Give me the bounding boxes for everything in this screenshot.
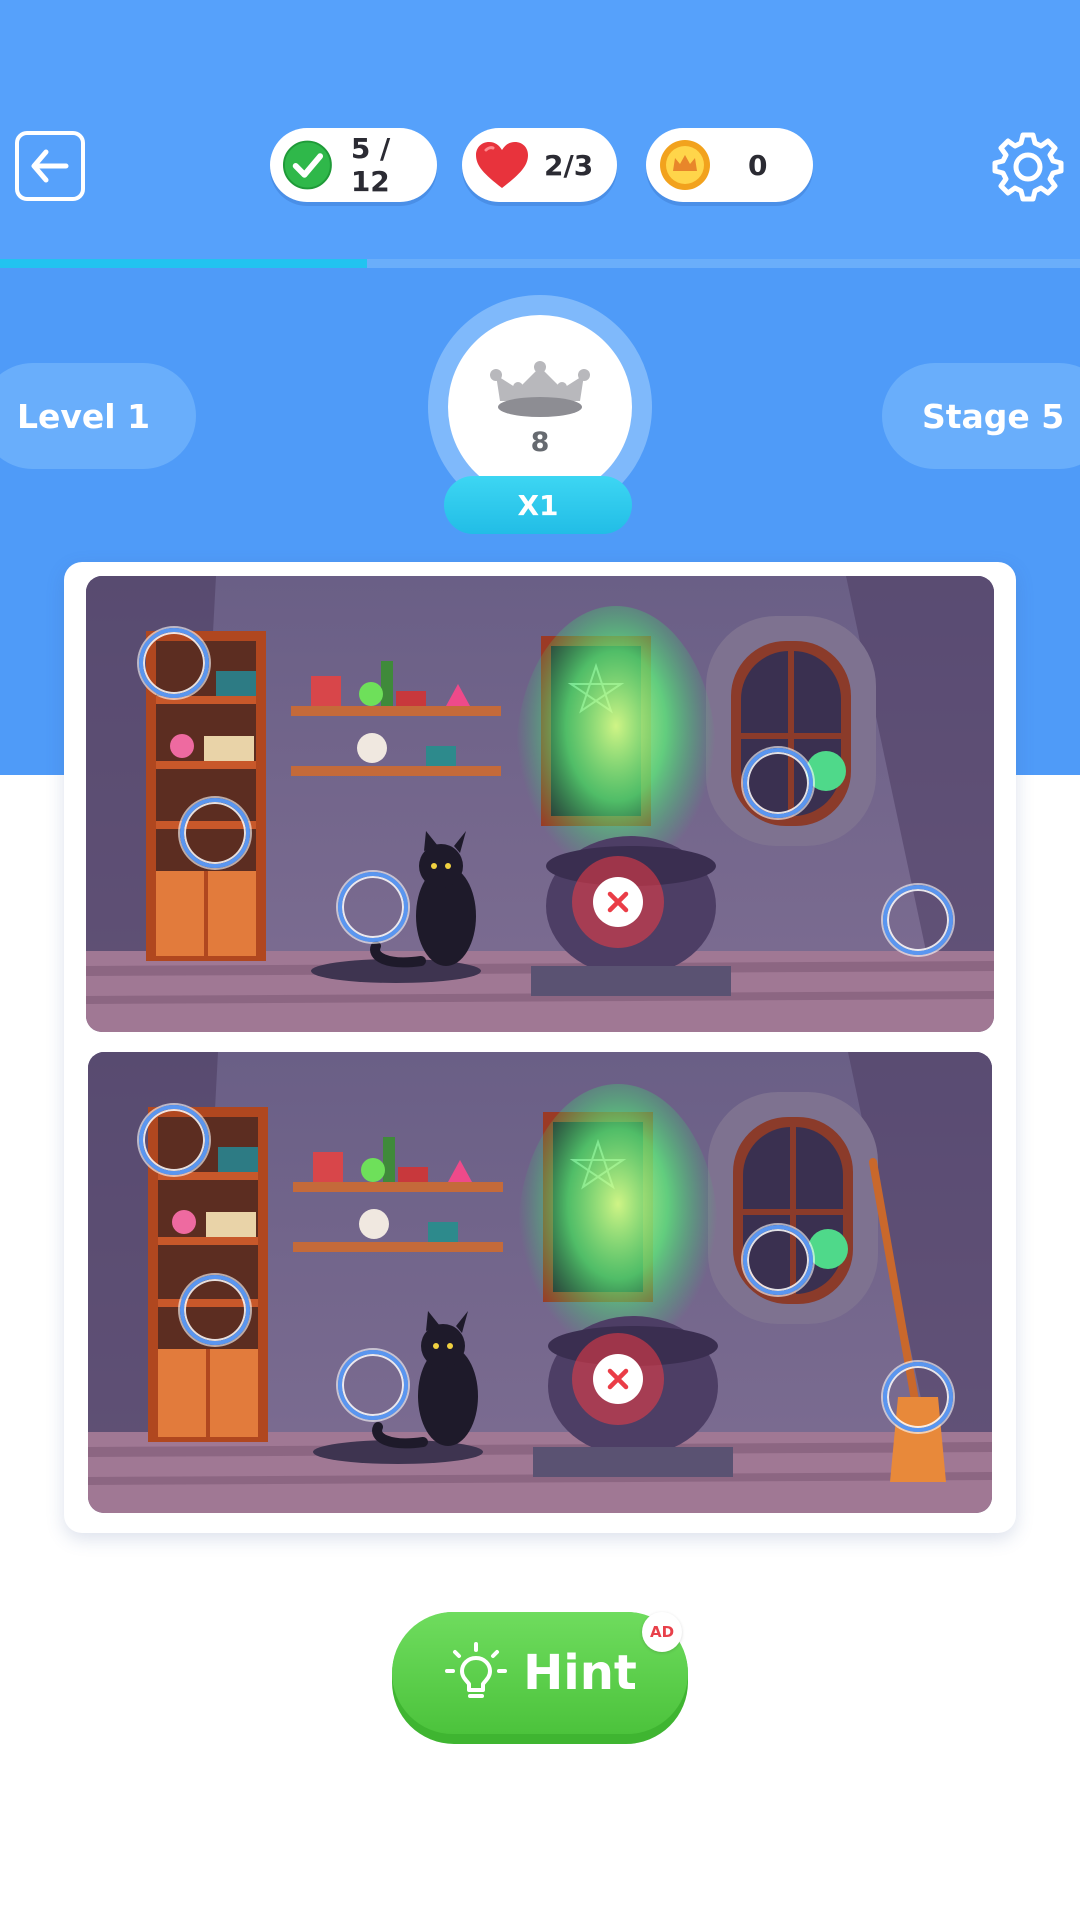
close-icon (607, 891, 629, 913)
found-marker (338, 1350, 408, 1420)
found-marker (743, 1225, 813, 1295)
coin-count-text: 0 (748, 148, 768, 182)
lightbulb-icon (445, 1642, 508, 1698)
crown-badge: 8 (448, 315, 632, 499)
heart-icon (476, 142, 528, 188)
crown-icon (490, 361, 590, 417)
found-marker (338, 872, 408, 942)
level-indicator: Level 1 (0, 363, 196, 469)
wrong-tap-marker (572, 856, 664, 948)
back-button[interactable] (15, 131, 85, 201)
ad-badge: AD (642, 1612, 682, 1652)
lives-text: 2/3 (544, 148, 594, 182)
level-progress-bar (0, 259, 1080, 268)
check-icon (282, 140, 332, 190)
stage-label: Stage 5 (922, 396, 1065, 436)
level-label: Level 1 (17, 396, 151, 436)
found-marker (883, 1362, 953, 1432)
coin-counter: 0 (646, 128, 813, 202)
game-screen: 5 / 12 2/3 0 Level 1 Stage 5 8 X1 Hint A… (0, 0, 1080, 1920)
lives-counter: 2/3 (462, 128, 617, 202)
ad-badge-label: AD (649, 1623, 675, 1641)
level-progress-fill (0, 259, 368, 268)
found-marker (883, 885, 953, 955)
found-marker (180, 1275, 250, 1345)
hint-label: Hint (523, 1645, 637, 1701)
found-marker (139, 1105, 209, 1175)
settings-button[interactable] (990, 128, 1066, 204)
found-count-text: 5 / 12 (350, 132, 391, 198)
score-multiplier: X1 (444, 476, 632, 534)
found-marker (139, 628, 209, 698)
found-marker (743, 748, 813, 818)
gear-icon (992, 132, 1064, 202)
back-arrow-icon (31, 149, 69, 183)
crown-coin-icon (660, 140, 710, 190)
stage-indicator: Stage 5 (882, 363, 1080, 469)
found-counter: 5 / 12 (270, 128, 437, 202)
crown-count: 8 (530, 427, 550, 458)
close-icon (607, 1368, 629, 1390)
wrong-tap-marker (572, 1333, 664, 1425)
found-marker (180, 798, 250, 868)
multiplier-label: X1 (517, 488, 559, 522)
